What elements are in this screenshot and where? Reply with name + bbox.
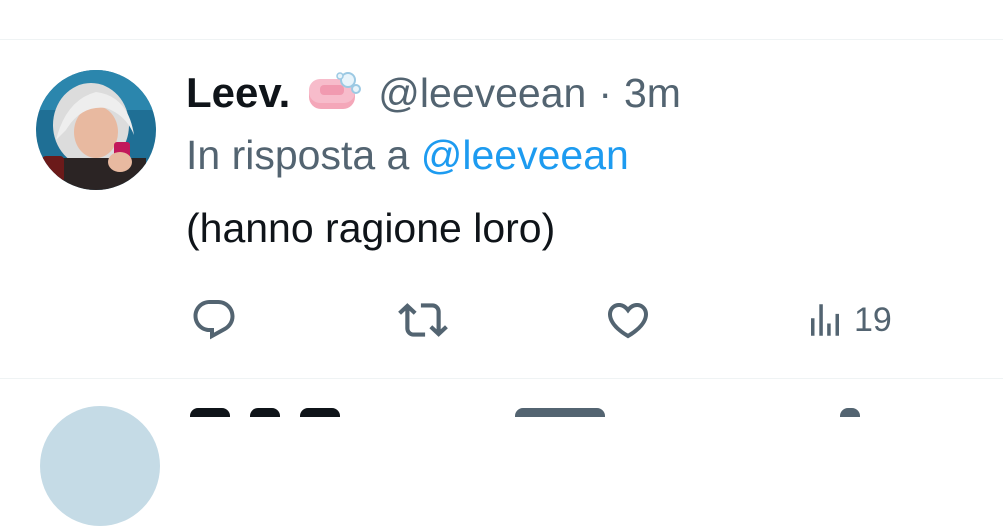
next-tweet-time-fragment — [840, 408, 860, 417]
retweet-button[interactable] — [398, 296, 448, 344]
soap-emoji-icon — [306, 71, 362, 115]
heart-icon — [607, 303, 649, 339]
next-tweet-name-fragment — [250, 408, 280, 417]
views-icon — [811, 304, 839, 336]
reply-to-link[interactable]: @leeveean — [421, 132, 629, 178]
next-tweet-header — [190, 400, 890, 417]
display-name[interactable]: Leev. — [186, 69, 290, 117]
views-count: 19 — [854, 300, 892, 339]
next-tweet-name-fragment — [190, 408, 230, 417]
divider-top — [0, 39, 1003, 40]
separator: · — [598, 69, 612, 116]
tweet-text: (hanno ragione loro) — [186, 205, 556, 251]
like-button[interactable] — [604, 296, 652, 344]
next-tweet-handle-fragment — [515, 408, 605, 417]
avatar[interactable] — [36, 70, 156, 190]
reply-icon — [193, 300, 235, 340]
reply-prefix: In risposta a — [186, 132, 410, 178]
reply-context: In risposta a @leeveean — [186, 132, 629, 179]
handle[interactable]: @leeveean — [378, 70, 586, 117]
timestamp[interactable]: 3m — [624, 70, 681, 117]
divider-bottom — [0, 378, 1003, 379]
retweet-icon — [398, 303, 448, 337]
next-tweet-avatar[interactable] — [40, 406, 160, 526]
tweet-header: Leev. @leeveean · 3m — [186, 66, 681, 120]
reply-button[interactable] — [190, 296, 238, 344]
next-tweet-name-fragment — [300, 408, 340, 417]
avatar-image — [36, 70, 156, 190]
views-button[interactable]: 19 — [804, 296, 892, 344]
